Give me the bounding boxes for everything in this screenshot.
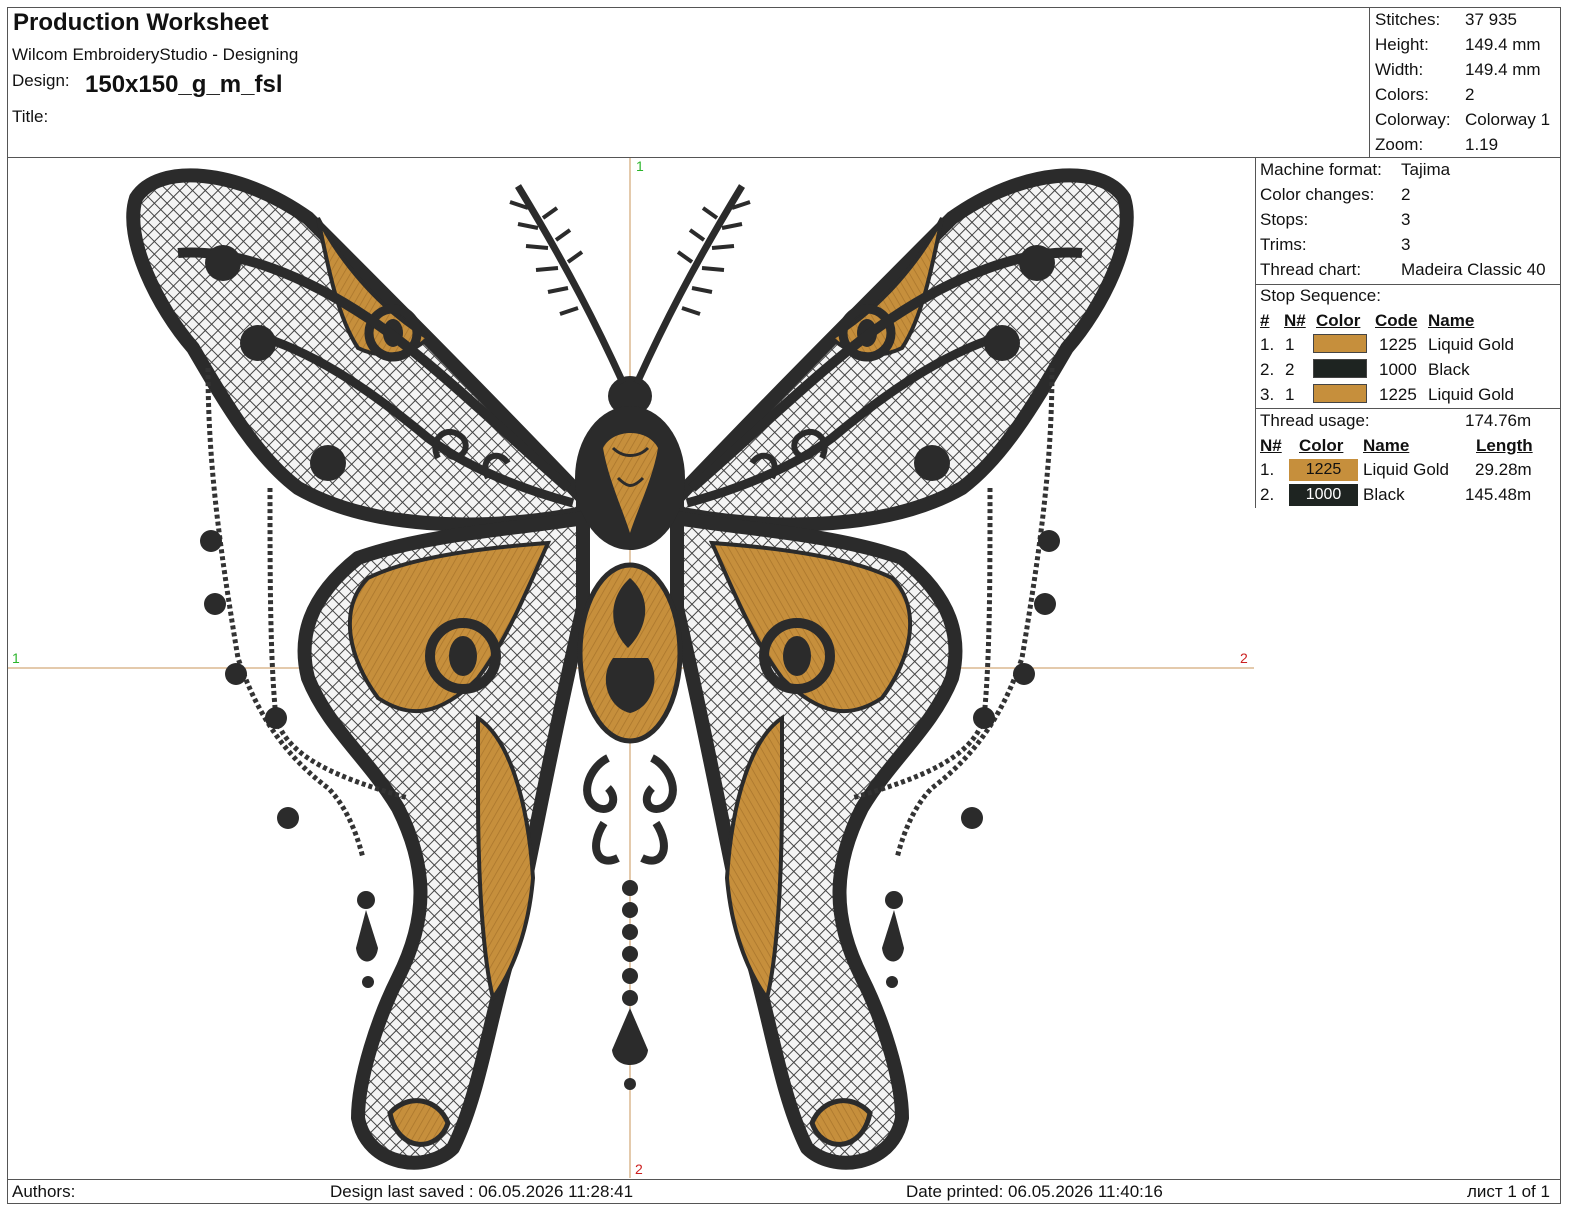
summary-value: 149.4 mm [1465,35,1541,54]
thread-row-n: 2. [1260,485,1275,504]
stop-row-num: 2. [1260,360,1275,379]
summary-value: Colorway 1 [1465,110,1551,129]
design-label: Design: [12,71,70,90]
thread-row-chip: 1225 [1289,459,1358,481]
machine-value: 3 [1401,235,1411,254]
guide-marker-right: 2 [1240,650,1248,666]
stop-row-swatch [1313,359,1367,378]
machine-value: Tajima [1401,160,1451,179]
stop-header-name: Name [1428,311,1475,330]
stop-row-swatch [1313,384,1367,403]
machine-label: Machine format: [1260,160,1382,179]
thread-header-length: Length [1476,436,1533,455]
left-wing [126,168,590,1170]
machine-value: Madeira Classic 40 [1401,260,1546,279]
summary-label: Colors: [1375,85,1429,104]
stop-header-code: Code [1375,311,1418,330]
summary-label: Width: [1375,60,1424,79]
guide-marker-bottom: 2 [635,1161,643,1177]
machine-label: Stops: [1260,210,1309,229]
stop-header-num: # [1260,311,1270,330]
summary-label: Height: [1375,35,1429,54]
machine-label: Color changes: [1260,185,1375,204]
stop-row-name: Liquid Gold [1428,385,1515,404]
stop-row-code: 1225 [1379,335,1417,354]
thread-row-length: 145.48m [1465,485,1532,504]
footer-date-printed: Date printed: 06.05.2026 11:40:16 [906,1182,1163,1201]
summary-value: 2 [1465,85,1475,104]
thread-row-chip: 1000 [1289,484,1358,506]
design-preview [8,158,1254,1178]
thread-usage-title: Thread usage: [1260,411,1370,430]
stop-header-color: Color [1316,311,1361,330]
thread-header-name: Name [1363,436,1410,455]
thread-header-n: N# [1260,436,1282,455]
machine-label: Trims: [1260,235,1307,254]
stop-row-code: 1000 [1379,360,1417,379]
stop-header-n: N# [1284,311,1306,330]
stop-row-swatch [1313,334,1367,353]
stop-row-n: 1 [1285,385,1295,404]
thread-row-name: Black [1363,485,1405,504]
worksheet-title: Production Worksheet [13,9,269,36]
summary-label: Zoom: [1375,135,1424,154]
machine-label: Thread chart: [1260,260,1362,279]
summary-value: 149.4 mm [1465,60,1541,79]
butterfly-embroidery [8,158,1254,1178]
stop-row-name: Black [1428,360,1470,379]
stop-row-name: Liquid Gold [1428,335,1515,354]
thread-usage-total: 174.76m [1465,411,1532,430]
title-label: Title: [12,107,49,126]
summary-value: 37 935 [1465,10,1517,29]
summary-label: Stitches: [1375,10,1441,29]
stop-row-n: 2 [1285,360,1295,379]
machine-value: 3 [1401,210,1411,229]
guide-marker-top: 1 [636,158,644,174]
thread-row-length: 29.28m [1475,460,1532,479]
stop-row-num: 1. [1260,335,1275,354]
stop-sequence-title: Stop Sequence: [1260,286,1381,305]
stop-row-code: 1225 [1379,385,1417,404]
thread-row-name: Liquid Gold [1363,460,1450,479]
footer-authors: Authors: [12,1182,76,1201]
stop-row-n: 1 [1285,335,1295,354]
design-name: 150x150_g_m_fsl [85,71,283,98]
guide-marker-left: 1 [12,650,20,666]
software-name: Wilcom EmbroideryStudio - Designing [12,45,299,64]
thread-header-color: Color [1299,436,1344,455]
summary-value: 1.19 [1465,135,1499,154]
footer-last-saved: Design last saved : 06.05.2026 11:28:41 [330,1182,634,1201]
stop-row-num: 3. [1260,385,1275,404]
footer-page-number: лист 1 of 1 [1467,1182,1550,1201]
footer-frame [7,1179,1561,1204]
summary-label: Colorway: [1375,110,1451,129]
machine-value: 2 [1401,185,1411,204]
thread-row-n: 1. [1260,460,1275,479]
